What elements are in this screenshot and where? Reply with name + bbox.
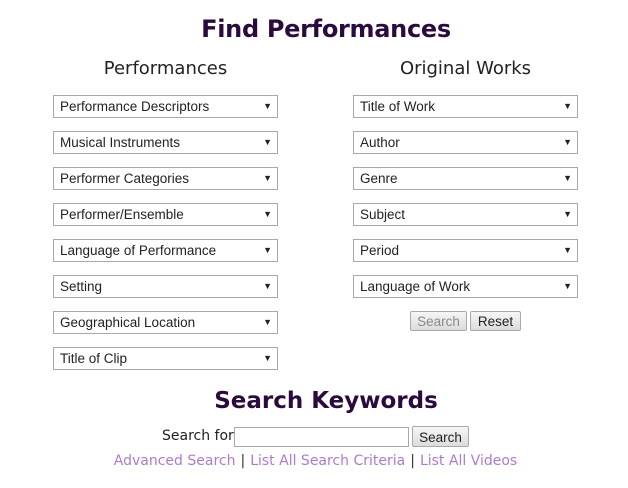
caret-down-icon: ▼: [263, 173, 272, 183]
select-label: Title of Work: [360, 99, 436, 114]
select-author[interactable]: Author ▼: [353, 131, 578, 154]
search-keywords-heading: Search Keywords: [214, 388, 438, 414]
select-label: Performance Descriptors: [60, 99, 210, 114]
caret-down-icon: ▼: [263, 137, 272, 147]
select-musical-instruments[interactable]: Musical Instruments ▼: [53, 131, 278, 154]
select-genre[interactable]: Genre ▼: [353, 167, 578, 190]
footer-links: Advanced Search | List All Search Criteria…: [0, 453, 628, 469]
keyword-search-input[interactable]: [234, 427, 409, 447]
select-label: Period: [360, 243, 400, 258]
caret-down-icon: ▼: [263, 353, 272, 363]
caret-down-icon: ▼: [563, 245, 572, 255]
caret-down-icon: ▼: [563, 137, 572, 147]
select-language-of-work[interactable]: Language of Work ▼: [353, 275, 578, 298]
list-all-videos-link[interactable]: List All Videos: [420, 453, 517, 469]
select-geographical-location[interactable]: Geographical Location ▼: [53, 311, 278, 334]
caret-down-icon: ▼: [263, 209, 272, 219]
select-label: Performer Categories: [60, 171, 190, 186]
caret-down-icon: ▼: [563, 281, 572, 291]
select-label: Genre: [360, 171, 398, 186]
select-label: Musical Instruments: [60, 135, 181, 150]
caret-down-icon: ▼: [563, 173, 572, 183]
select-period[interactable]: Period ▼: [353, 239, 578, 262]
page-title: Find Performances: [201, 15, 451, 43]
select-performer-categories[interactable]: Performer Categories ▼: [53, 167, 278, 190]
caret-down-icon: ▼: [263, 101, 272, 111]
performances-heading: Performances: [103, 58, 228, 79]
search-for-label: Search for:: [162, 428, 239, 444]
link-separator: |: [410, 453, 415, 469]
caret-down-icon: ▼: [563, 101, 572, 111]
select-label: Language of Work: [360, 279, 471, 294]
select-label: Setting: [60, 279, 103, 294]
select-setting[interactable]: Setting ▼: [53, 275, 278, 298]
select-label: Geographical Location: [60, 315, 196, 330]
select-label: Title of Clip: [60, 351, 128, 366]
keyword-search-button[interactable]: Search: [412, 426, 469, 447]
select-label: Subject: [360, 207, 406, 222]
caret-down-icon: ▼: [263, 245, 272, 255]
criteria-search-button[interactable]: Search: [410, 311, 467, 331]
select-label: Author: [360, 135, 400, 150]
select-label: Performer/Ensemble: [60, 207, 184, 222]
list-all-search-criteria-link[interactable]: List All Search Criteria: [250, 453, 405, 469]
select-subject[interactable]: Subject ▼: [353, 203, 578, 226]
select-label: Language of Performance: [60, 243, 217, 258]
select-performance-descriptors[interactable]: Performance Descriptors ▼: [53, 95, 278, 118]
caret-down-icon: ▼: [263, 281, 272, 291]
select-language-of-performance[interactable]: Language of Performance ▼: [53, 239, 278, 262]
select-performer-ensemble[interactable]: Performer/Ensemble ▼: [53, 203, 278, 226]
select-title-of-work[interactable]: Title of Work ▼: [353, 95, 578, 118]
caret-down-icon: ▼: [263, 317, 272, 327]
reset-button[interactable]: Reset: [470, 311, 521, 331]
caret-down-icon: ▼: [563, 209, 572, 219]
link-separator: |: [240, 453, 246, 469]
advanced-search-link[interactable]: Advanced Search: [114, 453, 236, 469]
original-works-heading: Original Works: [399, 58, 532, 79]
select-title-of-clip[interactable]: Title of Clip ▼: [53, 347, 278, 370]
